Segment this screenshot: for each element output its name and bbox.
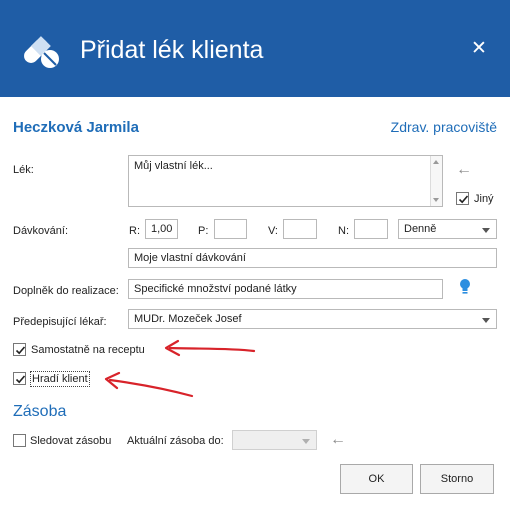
arrow-left-icon[interactable]: ← — [329, 432, 347, 448]
dosage-label: Dávkování: — [13, 225, 69, 237]
paid-by-client-checkbox[interactable] — [13, 372, 26, 385]
pills-icon — [24, 36, 59, 68]
custom-dosage-input[interactable]: Moje vlastní dávkování — [128, 248, 497, 268]
dosage-frequency-select[interactable]: Denně — [398, 219, 497, 239]
custom-medicine-label: Jiný — [474, 193, 494, 205]
dialog-title: Přidat lék klienta — [80, 36, 264, 64]
separate-prescription-checkbox[interactable] — [13, 343, 26, 356]
current-stock-label: Aktuální zásoba do: — [127, 435, 224, 447]
dosage-frequency-value: Denně — [404, 223, 437, 235]
dosage-r-label: R: — [129, 225, 140, 237]
checkmark-icon — [458, 195, 469, 204]
arrow-left-icon[interactable]: ← — [455, 162, 473, 178]
scroll-down-icon[interactable] — [433, 198, 439, 202]
checkmark-icon — [15, 346, 26, 355]
dosage-n-label: N: — [338, 225, 349, 237]
red-arrow-icon — [164, 339, 256, 357]
doctor-value: MUDr. Mozeček Josef — [134, 313, 242, 325]
track-stock-label: Sledovat zásobu — [30, 435, 112, 447]
doctor-select[interactable]: MUDr. Mozeček Josef — [128, 309, 497, 329]
red-arrow-icon — [104, 371, 194, 398]
track-stock-checkbox[interactable] — [13, 434, 26, 447]
dosage-v-input[interactable] — [283, 219, 317, 239]
medicine-value: Můj vlastní lék... — [134, 160, 213, 172]
chevron-down-icon — [482, 228, 490, 233]
separate-prescription-label: Samostatně na receptu — [31, 344, 145, 356]
scroll-up-icon[interactable] — [433, 160, 439, 164]
dosage-v-label: V: — [268, 225, 278, 237]
chevron-down-icon — [482, 318, 490, 323]
ok-button[interactable]: OK — [340, 464, 413, 494]
close-icon[interactable]: ✕ — [467, 37, 491, 61]
custom-medicine-checkbox[interactable] — [456, 192, 469, 205]
dosage-p-label: P: — [198, 225, 209, 237]
checkmark-icon — [15, 375, 26, 384]
dialog-header: Přidat lék klienta ✕ — [0, 0, 510, 97]
lightbulb-icon[interactable] — [459, 278, 471, 296]
dosage-n-input[interactable] — [354, 219, 388, 239]
stock-section-title: Zásoba — [13, 403, 67, 420]
workplace-link[interactable]: Zdrav. pracoviště — [391, 119, 497, 135]
medicine-label: Lék: — [13, 164, 34, 176]
medicine-scrollbar[interactable] — [430, 156, 442, 206]
current-stock-select[interactable] — [232, 430, 317, 450]
cancel-button[interactable]: Storno — [420, 464, 494, 494]
dosage-r-input[interactable]: 1,00 — [145, 219, 178, 239]
dosage-p-input[interactable] — [214, 219, 247, 239]
supplement-input[interactable]: Specifické množství podané látky — [128, 279, 443, 299]
paid-by-client-label: Hradí klient — [30, 371, 90, 387]
medicine-input[interactable]: Můj vlastní lék... — [128, 155, 443, 207]
chevron-down-icon — [302, 439, 310, 444]
client-name: Heczková Jarmila — [13, 119, 139, 136]
supplement-label: Doplněk do realizace: — [13, 285, 119, 297]
doctor-label: Předepisující lékař: — [13, 316, 107, 328]
